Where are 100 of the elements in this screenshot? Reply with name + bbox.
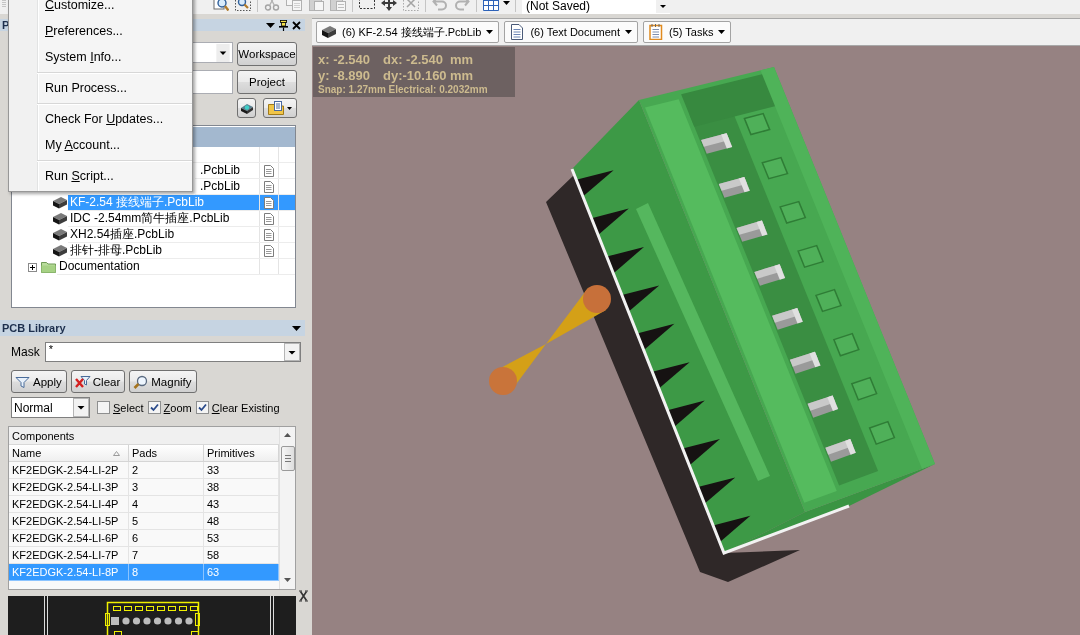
table-row[interactable]: KF2EDGK-2.54-LI-3P 3 38 (9, 479, 279, 496)
filter-icon (15, 374, 31, 389)
table-cell: KF2EDGK-2.54-LI-8P (9, 564, 129, 581)
menu-item[interactable]: Run Process... (9, 75, 192, 101)
workspace-button[interactable]: Workspace (237, 42, 297, 66)
table-row[interactable]: KF2EDGK-2.54-LI-4P 4 43 (9, 496, 279, 513)
document-dropdown-button[interactable]: (6) KF-2.54 接线端子.PcbLib (316, 21, 500, 43)
document-icon (264, 164, 274, 177)
caret-icon[interactable] (292, 325, 301, 331)
expand-icon[interactable] (28, 262, 37, 272)
menu-item[interactable]: Run Script... (9, 163, 192, 189)
table-cell: KF2EDGK-2.54-LI-6P (9, 530, 129, 547)
mode-combo[interactable]: Normal (11, 397, 90, 418)
table-cell: 4 (129, 496, 204, 513)
menu-item[interactable]: Preferences... (9, 18, 192, 44)
toolbar-grip-icon[interactable] (2, 0, 6, 9)
tree-item-label[interactable]: XH2.54插座.PcbLib (68, 227, 259, 242)
coordinate-readout: x: -2.540 (318, 52, 372, 68)
table-group-header: Components (9, 427, 279, 445)
chip-icon (321, 24, 337, 40)
coordinate-readout: y: -8.890 (318, 68, 372, 84)
tree-item-label[interactable]: .PcbLib (195, 179, 259, 194)
document-combo[interactable]: (Not Saved) (522, 0, 670, 14)
document-dropdown-button[interactable]: (5) Tasks (643, 21, 732, 43)
checkbox[interactable] (147, 401, 161, 414)
table-row[interactable]: KF2EDGK-2.54-LI-5P 5 48 (9, 513, 279, 530)
document-icon (264, 228, 274, 241)
mask-combo[interactable]: * (44, 342, 301, 362)
document-dropdown-button[interactable]: (6) Text Document (504, 21, 639, 43)
document-icon (264, 180, 274, 193)
close-icon[interactable] (292, 20, 301, 30)
table-cell: 5 (129, 513, 204, 530)
tree-item-label[interactable]: .PcbLib (195, 163, 259, 178)
document-icon (264, 212, 274, 225)
scroll-down-icon[interactable] (284, 578, 291, 582)
menu-item[interactable]: System Info... (9, 44, 192, 70)
table-cell: 6 (129, 530, 204, 547)
checkbox-label[interactable]: Clear Existing (211, 401, 280, 414)
mask-label: Mask (11, 345, 40, 359)
table-cell: 3 (129, 479, 204, 496)
scroll-up-icon[interactable] (284, 433, 291, 437)
pin-icon[interactable] (279, 19, 288, 31)
coordinate-readout: dy:-10.160 (383, 68, 448, 84)
table-cell: 8 (129, 564, 204, 581)
chip-icon (52, 229, 68, 241)
table-cell: KF2EDGK-2.54-LI-2P (9, 462, 129, 479)
coordinate-readout: dx: -2.540 (383, 52, 444, 68)
tree-item-label[interactable]: 排针-排母.PcbLib (68, 243, 259, 258)
caret-icon[interactable] (656, 0, 670, 13)
folder-icon (41, 261, 56, 273)
magnifier-icon (133, 374, 150, 389)
apply-button[interactable]: Apply (11, 370, 67, 393)
table-cell: 2 (129, 462, 204, 479)
tree-item-label[interactable]: Documentation (57, 259, 259, 274)
tree-item-label[interactable]: IDC -2.54mm简牛插座.PcbLib (68, 211, 259, 226)
component-button[interactable] (237, 98, 256, 118)
scrollbar-thumb[interactable] (280, 446, 295, 471)
checkbox[interactable] (97, 401, 110, 414)
caret-icon[interactable] (266, 22, 275, 28)
caret-icon[interactable] (283, 343, 300, 361)
coordinate-readout: mm (450, 52, 474, 68)
document-icon (264, 244, 274, 257)
table-row[interactable]: KF2EDGK-2.54-LI-2P 2 33 (9, 462, 279, 479)
document-icon (264, 196, 274, 209)
checkbox-label[interactable]: Zoom (163, 401, 192, 414)
close-icon[interactable] (299, 590, 308, 602)
panel-title: PCB Library (2, 322, 66, 334)
caret-icon[interactable] (486, 30, 494, 34)
column-header[interactable]: Name (9, 445, 129, 462)
checkbox-label[interactable]: Select (113, 401, 144, 414)
project-button[interactable]: Project (237, 70, 297, 94)
table-cell: KF2EDGK-2.54-LI-5P (9, 513, 129, 530)
menu-item[interactable]: Check For Updates... (9, 106, 192, 132)
clear-filter-icon (74, 374, 91, 389)
menu-item[interactable]: My Account... (9, 132, 192, 158)
chip-icon (52, 197, 68, 209)
vertical-scrollbar[interactable] (279, 427, 295, 589)
caret-icon[interactable] (503, 1, 510, 5)
caret-icon[interactable] (73, 398, 89, 417)
magnify-button[interactable]: Magnify (129, 370, 197, 393)
document-icon (509, 24, 526, 40)
notepad-icon (648, 24, 665, 40)
menu-item[interactable]: Customize... (9, 0, 192, 18)
table-row[interactable]: KF2EDGK-2.54-LI-6P 6 53 (9, 530, 279, 547)
table-cell: KF2EDGK-2.54-LI-3P (9, 479, 129, 496)
component-icon (239, 101, 254, 115)
snap-readout: Snap: 1.27mm Electrical: 0.2032mm (318, 84, 489, 96)
table-cell: KF2EDGK-2.54-LI-4P (9, 496, 129, 513)
chip-icon (52, 213, 68, 225)
folder-icon (268, 101, 284, 115)
clear-button[interactable]: Clear (70, 370, 126, 393)
caret-icon[interactable] (287, 106, 292, 110)
chip-icon (52, 245, 68, 257)
column-header[interactable]: Pads (129, 445, 204, 462)
checkbox[interactable] (195, 401, 209, 414)
caret-icon[interactable] (216, 43, 230, 62)
coordinate-readout: mm (450, 68, 474, 84)
caret-icon[interactable] (718, 30, 726, 34)
caret-icon[interactable] (625, 30, 633, 34)
folder-menu-button[interactable] (263, 98, 297, 118)
